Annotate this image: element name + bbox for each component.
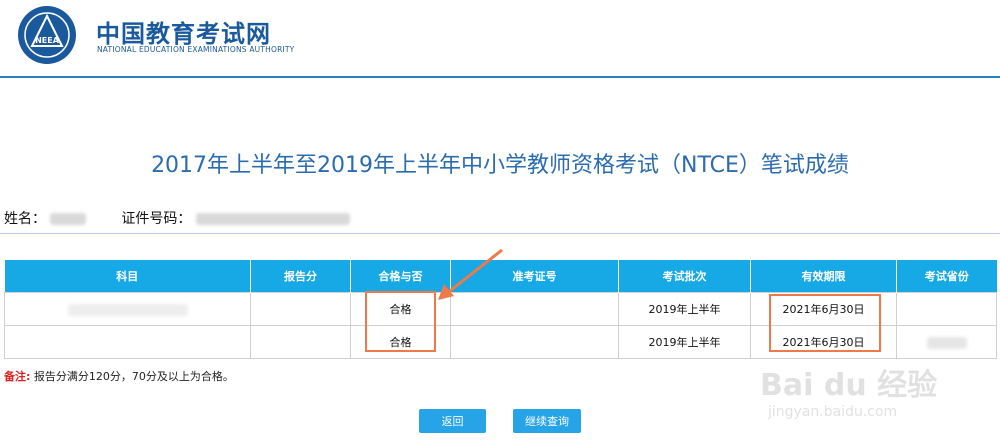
province-cell-redacted (896, 325, 997, 359)
page-title: 2017年上半年至2019年上半年中小学教师资格考试（NTCE）笔试成绩 (151, 153, 849, 178)
continue-query-button[interactable]: 继续查询 (513, 409, 581, 433)
emblem-text: NEEA (35, 36, 60, 45)
score-cell-redacted (250, 292, 351, 326)
col-report-score: 报告分 (250, 260, 351, 293)
name-label: 姓名： (4, 211, 46, 227)
neea-emblem-icon: NEEA (18, 6, 76, 64)
note-text: 报告分满分120分，70分及以上为合格。 (33, 370, 234, 383)
exam-batch-cell: 2019年上半年 (618, 292, 751, 326)
id-label: 证件号码： (121, 211, 192, 227)
back-button[interactable]: 返回 (419, 409, 486, 433)
site-header: NEEA 中国教育考试网 NATIONAL EDUCATION EXAMINAT… (0, 0, 1000, 78)
score-cell-redacted (250, 325, 351, 359)
info-divider (0, 233, 1000, 234)
note: 备注: 报告分满分120分，70分及以上为合格。 (4, 368, 234, 384)
watermark-url: jingyan.baidu.com (768, 404, 898, 420)
col-exam-province: 考试省份 (896, 260, 997, 293)
province-cell-redacted (896, 292, 997, 326)
highlight-valid-until (769, 294, 881, 352)
col-subject: 科目 (4, 260, 251, 293)
subject-cell-redacted (4, 292, 251, 326)
highlight-pass-status (365, 291, 436, 352)
subject-cell-redacted (4, 325, 251, 359)
id-value-redacted (195, 213, 350, 225)
admission-number-cell-redacted (450, 325, 619, 359)
exam-batch-cell: 2019年上半年 (618, 325, 751, 359)
header-divider (0, 76, 1000, 78)
name-value-redacted (50, 213, 87, 225)
site-logo-text: 中国教育考试网 (96, 20, 271, 48)
col-exam-batch: 考试批次 (618, 260, 751, 293)
col-valid-until: 有效期限 (750, 260, 897, 293)
site-logo-subtitle: NATIONAL EDUCATION EXAMINATIONS AUTHORIT… (97, 45, 295, 54)
annotation-arrow-icon (438, 248, 503, 300)
candidate-info: 姓名： 证件号码： (4, 208, 350, 228)
watermark-brand: Bai du 经验 (760, 368, 938, 403)
baidu-jingyan-watermark: Bai du 经验 jingyan.baidu.com (760, 360, 990, 430)
note-label: 备注: (4, 370, 31, 383)
